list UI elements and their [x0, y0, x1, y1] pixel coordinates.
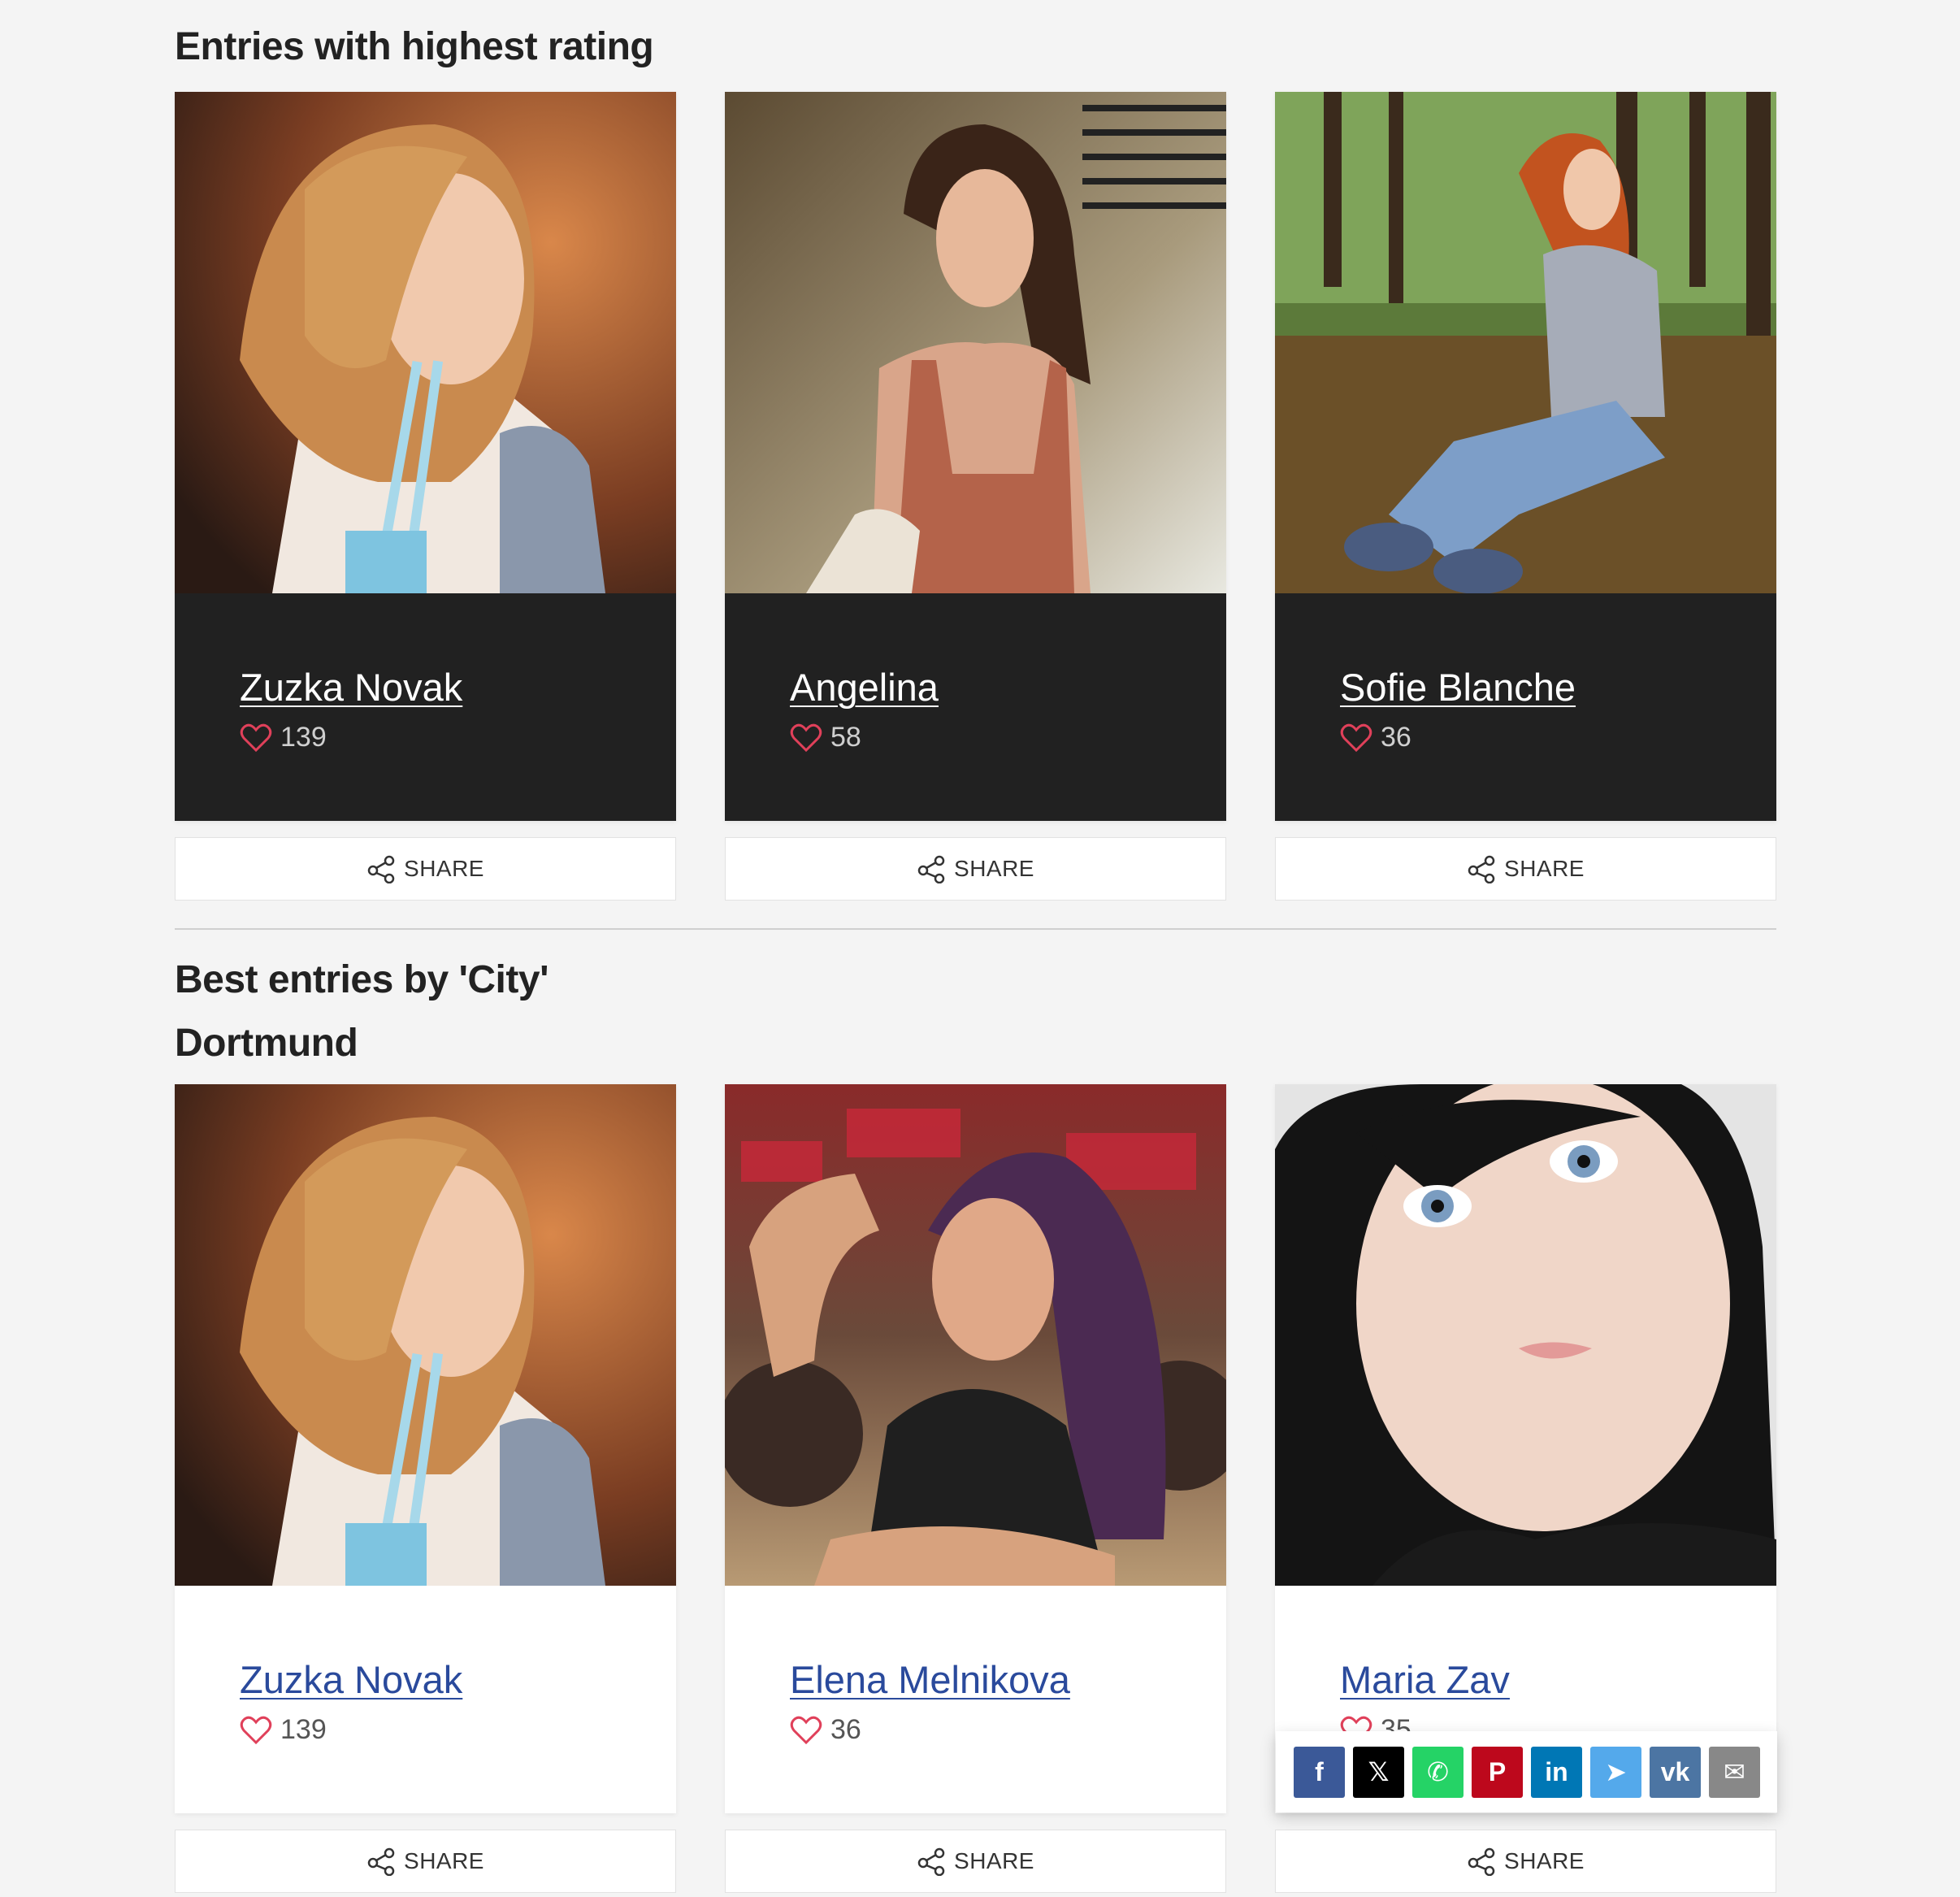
entry-name-link[interactable]: Elena Melnikova	[790, 1657, 1070, 1702]
likes[interactable]: 58	[790, 722, 861, 753]
entry-photo[interactable]	[725, 92, 1226, 593]
section-subtitle-city: Dortmund	[175, 1022, 358, 1065]
share-icon	[367, 855, 395, 883]
entry-name-link[interactable]: Angelina	[790, 665, 939, 710]
share-popup: f 𝕏 ✆ P in ➤ vk ✉	[1276, 1731, 1777, 1812]
facebook-share-button[interactable]: f	[1294, 1746, 1345, 1798]
likes[interactable]: 139	[240, 722, 327, 753]
entry-info: Sofie Blanche 36	[1275, 593, 1776, 821]
facebook-icon: f	[1315, 1756, 1324, 1786]
entry-info: Angelina 58	[725, 593, 1226, 821]
entry-info: Zuzka Novak 139	[175, 593, 676, 821]
likes-count: 36	[830, 1714, 861, 1745]
telegram-icon: ➤	[1605, 1757, 1627, 1786]
whatsapp-share-button[interactable]: ✆	[1412, 1746, 1463, 1798]
email-icon: ✉	[1724, 1757, 1745, 1786]
x-share-button[interactable]: 𝕏	[1353, 1746, 1404, 1798]
pinterest-share-button[interactable]: P	[1472, 1746, 1523, 1798]
entry-card[interactable]: Maria Zav 35	[1275, 1084, 1776, 1813]
heart-icon[interactable]	[790, 1716, 822, 1745]
entry-info: Elena Melnikova 36	[725, 1586, 1226, 1813]
email-share-button[interactable]: ✉	[1709, 1746, 1760, 1798]
share-button[interactable]: SHARE	[175, 837, 676, 901]
entry-name-link[interactable]: Maria Zav	[1340, 1657, 1510, 1702]
share-button[interactable]: SHARE	[1275, 837, 1776, 901]
vk-icon: vk	[1660, 1756, 1690, 1786]
share-button[interactable]: SHARE	[725, 837, 1226, 901]
share-icon	[1468, 855, 1495, 883]
entry-card[interactable]: Elena Melnikova 36	[725, 1084, 1226, 1813]
linkedin-icon: in	[1545, 1756, 1568, 1786]
share-label: SHARE	[954, 1848, 1034, 1873]
share-label: SHARE	[404, 1848, 484, 1873]
likes[interactable]: 139	[240, 1714, 327, 1746]
entry-card[interactable]: Angelina 58	[725, 92, 1226, 821]
likes-count: 58	[830, 722, 861, 753]
entry-name-link[interactable]: Zuzka Novak	[240, 1657, 462, 1702]
entry-photo[interactable]	[725, 1084, 1226, 1586]
share-label: SHARE	[1504, 1848, 1585, 1873]
section-title-by-city: Best entries by 'City'	[175, 958, 549, 1001]
entry-card[interactable]: Sofie Blanche 36	[1275, 92, 1776, 821]
vk-share-button[interactable]: vk	[1650, 1746, 1701, 1798]
share-label: SHARE	[1504, 856, 1585, 881]
whatsapp-icon: ✆	[1427, 1757, 1449, 1786]
telegram-share-button[interactable]: ➤	[1590, 1746, 1641, 1798]
entry-info: Zuzka Novak 139	[175, 1586, 676, 1813]
likes-count: 139	[280, 722, 327, 753]
share-button[interactable]: SHARE	[175, 1830, 676, 1893]
entry-name-link[interactable]: Sofie Blanche	[1340, 665, 1576, 710]
share-icon	[1468, 1847, 1495, 1876]
share-button[interactable]: SHARE	[1275, 1830, 1776, 1893]
pinterest-icon: P	[1488, 1756, 1507, 1786]
share-icon	[917, 855, 945, 883]
share-label: SHARE	[954, 856, 1034, 881]
likes-count: 36	[1381, 722, 1411, 753]
likes-count: 139	[280, 1714, 327, 1745]
share-button[interactable]: SHARE	[725, 1830, 1226, 1893]
heart-icon[interactable]	[240, 723, 272, 753]
likes[interactable]: 36	[790, 1714, 861, 1746]
linkedin-share-button[interactable]: in	[1531, 1746, 1582, 1798]
entry-photo[interactable]	[1275, 92, 1776, 593]
entry-card[interactable]: Zuzka Novak 139	[175, 1084, 676, 1813]
entry-photo[interactable]	[1275, 1084, 1776, 1586]
section-divider	[175, 928, 1776, 930]
heart-icon[interactable]	[790, 723, 822, 753]
entry-name-link[interactable]: Zuzka Novak	[240, 665, 462, 710]
x-icon: 𝕏	[1368, 1757, 1390, 1786]
heart-icon[interactable]	[240, 1716, 272, 1745]
share-icon	[367, 1847, 395, 1876]
share-icon	[917, 1847, 945, 1876]
entry-card[interactable]: Zuzka Novak 139	[175, 92, 676, 821]
heart-icon[interactable]	[1340, 723, 1372, 753]
entry-photo[interactable]	[175, 1084, 676, 1586]
likes[interactable]: 36	[1340, 722, 1411, 753]
section-title-top-rated: Entries with highest rating	[175, 25, 654, 68]
entry-photo[interactable]	[175, 92, 676, 593]
share-label: SHARE	[404, 856, 484, 881]
